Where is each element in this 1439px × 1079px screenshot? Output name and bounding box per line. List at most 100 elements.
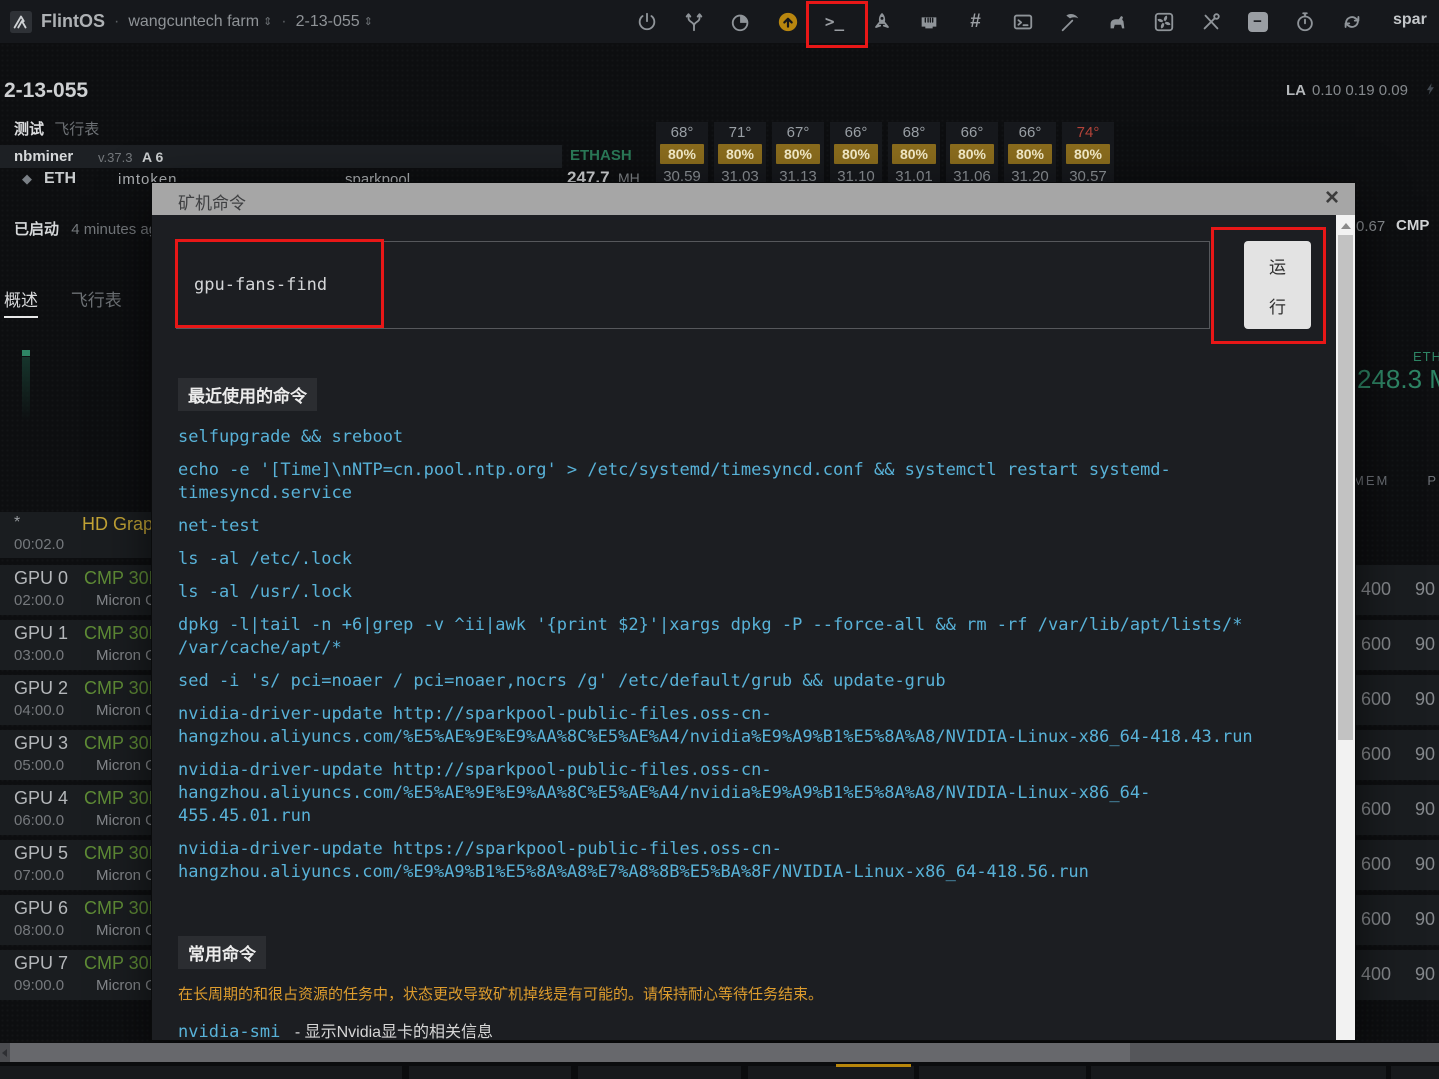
load-average: LA 0.10 0.19 0.09 [1286,82,1408,99]
upgrade-icon[interactable] [764,0,811,43]
recent-command[interactable]: selfupgrade && sreboot [178,426,1283,449]
gpu-stat-tile[interactable]: 71° 80% 31.03 [714,122,766,184]
bottom-tiles [0,1062,1439,1079]
watchdog-icon[interactable] [1093,0,1140,43]
started-status: 已启动 4 minutes ago [14,218,165,239]
run-label-line1: 运 [1269,253,1286,278]
gpu-bus: 06:00.0 [14,812,64,829]
scroll-left-arrow-icon[interactable] [0,1043,10,1062]
recent-command[interactable]: nvidia-driver-update http://sparkpool-pu… [178,759,1283,828]
recent-command[interactable]: ls -al /usr/.lock [178,581,1283,604]
hash-icon[interactable]: # [952,0,999,43]
gpu-stat-tile[interactable]: 68° 80% 31.01 [888,122,940,184]
gpu-bus: 03:00.0 [14,647,64,664]
tab-overview[interactable]: 概述 [4,291,38,310]
coin-label: ETH [44,170,76,188]
hashrate-chart-tail [22,357,30,421]
scroll-up-arrow-icon[interactable] [1341,223,1351,229]
gpu-bus: 09:00.0 [14,977,64,994]
power-limit: 90 [1415,579,1435,600]
pickaxe-icon[interactable] [1046,0,1093,43]
brand-name: FlintOS [41,11,105,32]
gpu-temp: 68° [888,124,940,141]
recent-command[interactable]: sed -i 's/ pci=noaer / pci=noaer,nocrs /… [178,670,1283,693]
close-icon[interactable]: × [1325,184,1339,212]
recent-commands-list: selfupgrade && sreboot echo -e '[Time]\n… [178,426,1290,884]
horizontal-scrollbar[interactable] [0,1043,1439,1062]
gpu-bus: 07:00.0 [14,867,64,884]
right-cmp-label: CMP [1396,217,1429,234]
eth-coin-icon: ◆ [22,171,32,187]
gpu-stat-tile[interactable]: 74° 80% 30.57 [1062,122,1114,184]
recent-command[interactable]: dpkg -l|tail -n +6|grep -v ^ii|awk '{pri… [178,614,1283,660]
mem-clock: 600 [1353,744,1391,765]
fan-badge: 80% [1008,144,1052,164]
fan-icon[interactable] [1140,0,1187,43]
rocket-icon[interactable] [858,0,905,43]
card-minus-icon[interactable]: − [1234,0,1281,43]
common-command-row: nvidia-smi - 显示Nvidia显卡的相关信息 [178,1020,1290,1040]
la-values: 0.10 0.19 0.09 [1312,82,1408,99]
run-button[interactable]: 运 行 [1244,241,1311,329]
hscrollbar-thumb[interactable] [10,1043,1130,1062]
worker-selector[interactable]: 2-13-055 [296,13,360,31]
fan-badge: 80% [892,144,936,164]
command-input[interactable] [176,241,1210,329]
gpu-temp: 66° [830,124,882,141]
power-icon[interactable] [623,0,670,43]
right-row: 400 90 [1347,565,1439,615]
farm-selector[interactable]: wangcuntech farm [128,13,259,31]
recent-command[interactable]: nvidia-driver-update http://sparkpool-pu… [178,703,1283,749]
recent-command[interactable]: echo -e '[Time]\nNTP=cn.pool.ntp.org' > … [178,459,1283,505]
top-bar: FlintOS · wangcuntech farm ⇕ · 2-13-055 … [0,0,1439,43]
stopwatch-icon[interactable] [1281,0,1328,43]
shell-icon[interactable] [999,0,1046,43]
right-row: 600 90 [1347,840,1439,890]
fan-badge: 80% [950,144,994,164]
fork-icon[interactable] [670,0,717,43]
bottom-tile [1391,1066,1439,1079]
ethernet-icon[interactable] [905,0,952,43]
miner-row[interactable]: nbminer v.37.3 A 6 [0,145,562,168]
page-title: 2-13-055 [4,79,88,103]
common-command[interactable]: nvidia-smi [178,1022,280,1040]
gpu-stat-tile[interactable]: 68° 80% 30.59 [656,122,708,184]
gpu-stat-tile[interactable]: 67° 80% 31.13 [772,122,824,184]
recent-command[interactable]: net-test [178,515,1283,538]
modal-body: 运 行 最近使用的命令 selfupgrade && sreboot echo … [152,215,1355,1040]
recent-command[interactable]: nvidia-driver-update https://sparkpool-p… [178,838,1283,884]
run-label-line2: 行 [1269,293,1286,318]
recent-command[interactable]: ls -al /etc/.lock [178,548,1283,571]
power-bolt-icon [1424,80,1438,98]
gpu-stat-tile[interactable]: 66° 80% 31.06 [946,122,998,184]
terminal-icon[interactable]: >_ [811,0,858,43]
modal-scrollbar[interactable] [1336,215,1355,1040]
tools-icon[interactable] [1187,0,1234,43]
tab-flightsheet[interactable]: 飞行表 [71,291,122,310]
right-row: 600 90 [1347,785,1439,835]
modal-header[interactable]: 矿机命令 × [152,183,1355,215]
gpu-temp: 67° [772,124,824,141]
cpu-star: * [14,514,20,532]
power-limit: 90 [1415,799,1435,820]
fan-badge: 80% [834,144,878,164]
timer-icon[interactable] [717,0,764,43]
gpu-label: GPU 2 [14,678,68,699]
toolbar-icons: >_ # − [623,0,1375,43]
la-label: LA [1286,82,1306,99]
gpu-stat-tile[interactable]: 66° 80% 31.10 [830,122,882,184]
hash-glyph: # [970,11,981,33]
brand[interactable]: FlintOS [10,11,105,33]
gpu-temp: 68° [656,124,708,141]
gpu-stat-tile[interactable]: 66° 80% 31.20 [1004,122,1056,184]
right-eth-label: ETH [1413,349,1439,364]
gpu-model: CMP 30H [84,733,162,754]
scrollbar-thumb[interactable] [1338,235,1353,740]
right-row: 600 90 [1347,675,1439,725]
common-commands-list: nvidia-smi - 显示Nvidia显卡的相关信息 nvtool --cl… [178,1020,1290,1040]
pool-link[interactable]: spar [1393,11,1427,29]
gpu-label: GPU 6 [14,898,68,919]
power-limit: 90 [1415,689,1435,710]
sync-icon[interactable] [1328,0,1375,43]
bottom-tile [748,1066,914,1079]
